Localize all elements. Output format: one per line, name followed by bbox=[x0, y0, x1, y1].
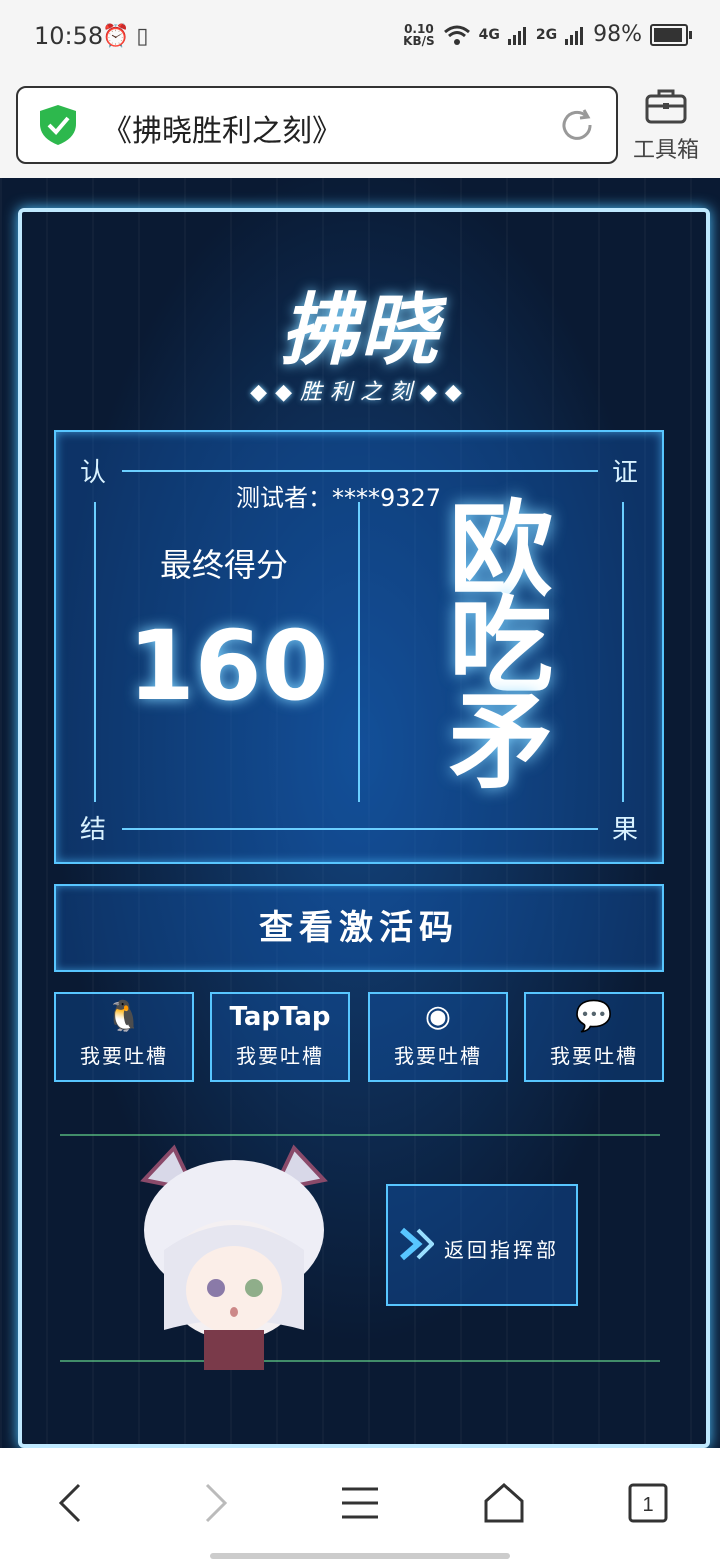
menu-icon bbox=[342, 1487, 378, 1519]
signal-icon bbox=[565, 26, 584, 45]
signal-icon bbox=[507, 26, 526, 45]
status-bar: 10:58 ⏰ ▯ 0.10 KB/S 4G 2G 98% bbox=[0, 0, 720, 76]
home-button[interactable] bbox=[474, 1478, 534, 1528]
share-buttons: 🐧 我要吐槽 TapTap 我要吐槽 ◉ 我要吐槽 💬 我要吐槽 bbox=[54, 992, 664, 1082]
url-title: 《拂晓胜利之刻》 bbox=[102, 114, 342, 149]
score-value: 160 bbox=[128, 610, 329, 722]
signal-4g: 4G bbox=[478, 26, 500, 43]
corner-label-tr: 证 bbox=[611, 458, 638, 488]
home-icon bbox=[484, 1482, 524, 1523]
share-qq-button[interactable]: 🐧 我要吐槽 bbox=[54, 992, 194, 1082]
status-time: 10:58 bbox=[34, 22, 104, 50]
return-command-button[interactable]: 返回指挥部 bbox=[386, 1184, 578, 1306]
score-label: 最终得分 bbox=[160, 546, 289, 584]
back-button[interactable] bbox=[40, 1478, 100, 1528]
signal-2g: 2G bbox=[535, 26, 558, 43]
result-title: 欧吃矛 bbox=[448, 489, 553, 803]
weibo-icon: ◉ bbox=[424, 999, 452, 1034]
svg-text:1: 1 bbox=[642, 1494, 653, 1516]
corner-label-tl: 认 bbox=[80, 458, 107, 488]
share-wechat-button[interactable]: 💬 我要吐槽 bbox=[524, 992, 664, 1082]
toolbox-button[interactable]: 工具箱 bbox=[626, 86, 706, 168]
network-speed: 0.10 KB/S bbox=[403, 21, 435, 48]
game-logo: 拂晓 ◆◆胜利之刻◆◆ bbox=[250, 286, 470, 405]
toolbox-icon bbox=[645, 89, 687, 124]
alarm-vibrate-icons: ⏰ ▯ bbox=[102, 24, 149, 49]
wifi-icon bbox=[443, 25, 470, 45]
chevron-left-icon bbox=[58, 1483, 81, 1523]
battery-icon bbox=[650, 23, 692, 46]
result-panel: 认 证 结 果 测试者：****9327 最终得分 160 欧吃矛 bbox=[54, 430, 664, 864]
home-indicator bbox=[210, 1553, 510, 1559]
tabs-icon: 1 bbox=[628, 1483, 668, 1523]
security-shield-icon bbox=[40, 105, 76, 145]
compass-line bbox=[60, 1134, 660, 1136]
browser-nav-bar: 1 bbox=[0, 1448, 720, 1560]
reload-icon[interactable] bbox=[558, 106, 596, 144]
divider bbox=[122, 470, 598, 472]
taptap-icon: TapTap bbox=[229, 1002, 331, 1032]
battery-text: 98% bbox=[593, 22, 642, 47]
forward-button[interactable] bbox=[186, 1478, 246, 1528]
chibi-character-image bbox=[140, 1144, 328, 1370]
wechat-icon: 💬 bbox=[575, 999, 613, 1034]
tabs-button[interactable]: 1 bbox=[618, 1478, 678, 1528]
tester-id: 测试者：****9327 bbox=[236, 484, 442, 512]
view-activation-code-button[interactable]: 查看激活码 bbox=[54, 884, 664, 972]
url-box[interactable]: 《拂晓胜利之刻》 bbox=[16, 86, 618, 164]
game-canvas: 拂晓 ◆◆胜利之刻◆◆ 认 证 结 果 测试者：****9327 最终得分 16… bbox=[0, 178, 720, 1448]
divider bbox=[122, 828, 598, 830]
chevron-right-icon bbox=[205, 1483, 228, 1523]
menu-button[interactable] bbox=[330, 1478, 390, 1528]
corner-label-bl: 结 bbox=[80, 815, 107, 845]
divider bbox=[94, 502, 96, 802]
corner-label-br: 果 bbox=[611, 815, 638, 845]
qq-icon: 🐧 bbox=[105, 999, 143, 1034]
share-weibo-button[interactable]: ◉ 我要吐槽 bbox=[368, 992, 508, 1082]
share-taptap-button[interactable]: TapTap 我要吐槽 bbox=[210, 992, 350, 1082]
divider bbox=[622, 502, 624, 802]
browser-address-bar: 《拂晓胜利之刻》 工具箱 bbox=[0, 76, 720, 178]
return-icon bbox=[400, 1227, 434, 1261]
divider bbox=[358, 502, 360, 802]
